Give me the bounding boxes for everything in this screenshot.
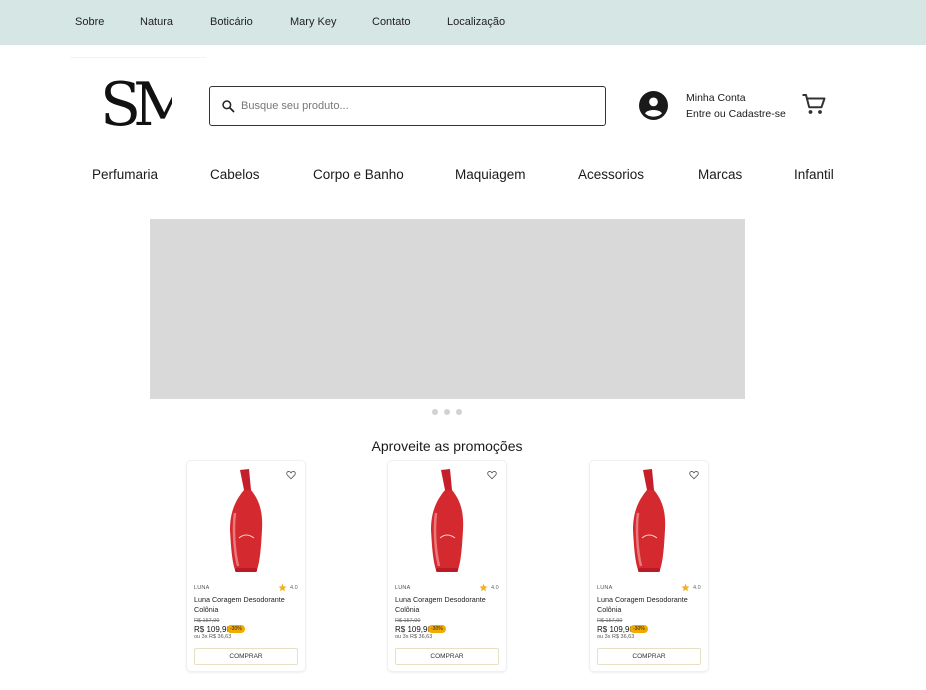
star-icon [278, 583, 287, 592]
product-name[interactable]: Luna Coragem Desodorante Colônia [597, 595, 703, 615]
product-installments: ou 3x R$ 36,63 [194, 634, 232, 640]
product-installments: ou 3x R$ 36,63 [395, 634, 433, 640]
account-circle-icon[interactable] [639, 91, 668, 120]
heart-icon[interactable] [487, 470, 497, 480]
buy-button[interactable]: COMPRAR [194, 648, 298, 665]
buy-button[interactable]: COMPRAR [597, 648, 701, 665]
topnav-link-contato[interactable]: Contato [372, 16, 411, 28]
product-rating: 4.0 [290, 585, 298, 591]
top-navigation-bar: Sobre Natura Boticário Mary Key Contato … [0, 0, 926, 45]
discount-badge: -30% [227, 625, 245, 633]
carousel-dot[interactable] [444, 409, 450, 415]
discount-badge: -30% [428, 625, 446, 633]
hero-banner[interactable] [150, 219, 745, 399]
product-brand: LUNA [395, 585, 411, 591]
discount-badge: -30% [630, 625, 648, 633]
product-image[interactable] [227, 468, 265, 575]
topnav-link-boticario[interactable]: Boticário [210, 16, 253, 28]
search-input[interactable] [241, 100, 581, 112]
product-old-price: R$ 157,90 [194, 618, 220, 624]
product-rating: 4.0 [693, 585, 701, 591]
category-cabelos[interactable]: Cabelos [210, 167, 260, 182]
product-price: R$ 109,90 [194, 625, 231, 634]
carousel-dot[interactable] [432, 409, 438, 415]
product-rating: 4.0 [491, 585, 499, 591]
topnav-link-sobre[interactable]: Sobre [75, 16, 104, 28]
category-acessorios[interactable]: Acessorios [578, 167, 644, 182]
category-perfumaria[interactable]: Perfumaria [92, 167, 158, 182]
logo-lettering: SM [100, 70, 172, 132]
product-image[interactable] [428, 468, 466, 575]
cart-icon[interactable] [801, 92, 827, 116]
product-installments: ou 3x R$ 36,63 [597, 634, 635, 640]
product-card[interactable]: LUNA 4.0 Luna Coragem Desodorante Colôni… [187, 461, 305, 671]
account-title[interactable]: Minha Conta [686, 92, 746, 104]
site-logo[interactable]: SM [100, 70, 172, 132]
product-old-price: R$ 157,90 [597, 618, 623, 624]
star-icon [479, 583, 488, 592]
product-price: R$ 109,90 [395, 625, 432, 634]
buy-button[interactable]: COMPRAR [395, 648, 499, 665]
product-card[interactable]: LUNA 4.0 Luna Coragem Desodorante Colôni… [590, 461, 708, 671]
product-card[interactable]: LUNA 4.0 Luna Coragem Desodorante Colôni… [388, 461, 506, 671]
product-brand: LUNA [194, 585, 210, 591]
search-bar[interactable] [209, 86, 606, 126]
category-maquiagem[interactable]: Maquiagem [455, 167, 526, 182]
login-register-link[interactable]: Entre ou Cadastre-se [686, 108, 786, 120]
search-icon[interactable] [221, 99, 235, 113]
category-infantil[interactable]: Infantil [794, 167, 834, 182]
product-name[interactable]: Luna Coragem Desodorante Colônia [395, 595, 501, 615]
product-price: R$ 109,90 [597, 625, 634, 634]
product-brand: LUNA [597, 585, 613, 591]
category-corpo-e-banho[interactable]: Corpo e Banho [313, 167, 404, 182]
carousel-dot[interactable] [456, 409, 462, 415]
product-name[interactable]: Luna Coragem Desodorante Colônia [194, 595, 300, 615]
topnav-link-mary-key[interactable]: Mary Key [290, 16, 336, 28]
topnav-link-localizacao[interactable]: Localização [447, 16, 505, 28]
product-image[interactable] [630, 468, 668, 575]
heart-icon[interactable] [286, 470, 296, 480]
category-marcas[interactable]: Marcas [698, 167, 742, 182]
heart-icon[interactable] [689, 470, 699, 480]
topnav-link-natura[interactable]: Natura [140, 16, 173, 28]
star-icon [681, 583, 690, 592]
promotions-title: Aproveite as promoções [371, 438, 523, 454]
product-old-price: R$ 157,90 [395, 618, 421, 624]
